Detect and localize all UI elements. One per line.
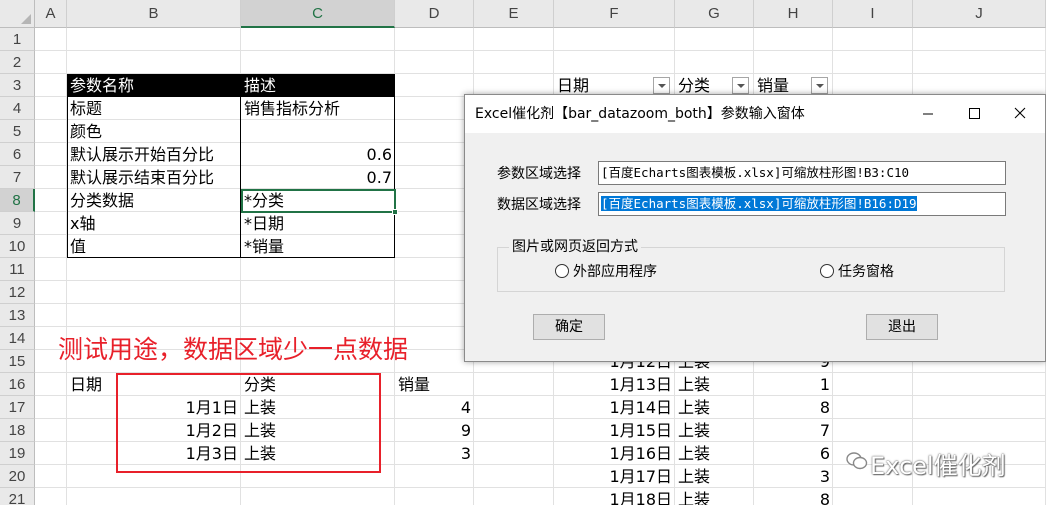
row-header-8[interactable]: 8: [0, 189, 35, 212]
right-category-cell[interactable]: 上装: [675, 396, 754, 419]
ok-button[interactable]: 确定: [533, 314, 605, 340]
active-cell-C8: [241, 189, 396, 213]
column-header-J[interactable]: J: [913, 0, 1046, 28]
params-table-border: [67, 74, 395, 258]
watermark: Excel催化剂: [870, 452, 1006, 480]
grid-row-line: [35, 50, 1046, 51]
right-category-cell[interactable]: 上装: [675, 419, 754, 442]
annotation-text: 测试用途，数据区域少一点数据: [58, 335, 409, 364]
params-table-divider: [240, 97, 241, 258]
column-header-A[interactable]: A: [35, 0, 67, 28]
right-category-cell[interactable]: 上装: [675, 488, 754, 505]
annotation-highlight-box: [116, 373, 381, 473]
maximize-icon: [969, 108, 980, 119]
grid-row-line: [35, 487, 1046, 488]
minimize-button[interactable]: [905, 95, 951, 133]
row-header-1[interactable]: 1: [0, 28, 35, 51]
row-header-20[interactable]: 20: [0, 465, 35, 488]
data-range-selected-text: [百度Echarts图表模板.xlsx]可缩放柱形图!B16:D19: [601, 196, 917, 211]
row-header-15[interactable]: 15: [0, 350, 35, 373]
right-qty-cell[interactable]: 8: [754, 488, 833, 505]
data-qty-cell[interactable]: 4: [395, 396, 474, 419]
right-date-cell[interactable]: 1月18日: [554, 488, 675, 505]
row-header-18[interactable]: 18: [0, 419, 35, 442]
right-qty-cell[interactable]: 1: [754, 373, 833, 396]
param-range-input[interactable]: [百度Echarts图表模板.xlsx]可缩放柱形图!B3:C10: [598, 161, 1006, 185]
row-header-2[interactable]: 2: [0, 51, 35, 74]
right-date-cell[interactable]: 1月13日: [554, 373, 675, 396]
column-header-G[interactable]: G: [675, 0, 754, 28]
row-header-11[interactable]: 11: [0, 258, 35, 281]
exit-button[interactable]: 退出: [866, 314, 938, 340]
right-date-cell[interactable]: 1月14日: [554, 396, 675, 419]
row-header-5[interactable]: 5: [0, 120, 35, 143]
close-icon: [1014, 107, 1026, 119]
filter-dropdown-icon[interactable]: [732, 77, 749, 94]
right-category-cell[interactable]: 上装: [675, 465, 754, 488]
radio-external-app-label[interactable]: 外部应用程序: [573, 261, 657, 281]
radio-task-pane-label[interactable]: 任务窗格: [838, 261, 894, 281]
column-header-E[interactable]: E: [474, 0, 554, 28]
column-header-D[interactable]: D: [395, 0, 474, 28]
data-qty-cell[interactable]: 9: [395, 419, 474, 442]
dialog-title: Excel催化剂【bar_datazoom_both】参数输入窗体: [475, 106, 805, 122]
row-header-6[interactable]: 6: [0, 143, 35, 166]
close-button[interactable]: [997, 95, 1043, 133]
right-category-cell[interactable]: 上装: [675, 442, 754, 465]
right-date-cell[interactable]: 1月16日: [554, 442, 675, 465]
column-header-C[interactable]: C: [241, 0, 395, 28]
row-header-21[interactable]: 21: [0, 488, 35, 505]
select-all-corner[interactable]: [0, 0, 35, 28]
fill-handle: [392, 209, 398, 215]
filter-dropdown-icon[interactable]: [653, 77, 670, 94]
right-qty-cell[interactable]: 3: [754, 465, 833, 488]
dialog-titlebar[interactable]: Excel催化剂【bar_datazoom_both】参数输入窗体: [465, 95, 1045, 133]
right-qty-cell[interactable]: 6: [754, 442, 833, 465]
maximize-button[interactable]: [951, 95, 997, 133]
right-date-cell[interactable]: 1月17日: [554, 465, 675, 488]
row-header-14[interactable]: 14: [0, 327, 35, 350]
column-header-F[interactable]: F: [554, 0, 675, 28]
data-qty-cell[interactable]: 3: [395, 442, 474, 465]
column-header-B[interactable]: B: [67, 0, 241, 28]
radio-task-pane[interactable]: [820, 264, 834, 278]
data-header-qty[interactable]: 销量: [395, 373, 474, 396]
row-header-7[interactable]: 7: [0, 166, 35, 189]
right-qty-cell[interactable]: 7: [754, 419, 833, 442]
minimize-icon: [923, 113, 933, 115]
data-range-label: 数据区域选择: [497, 197, 581, 213]
param-input-dialog: Excel催化剂【bar_datazoom_both】参数输入窗体 参数区域选择…: [464, 94, 1046, 362]
row-header-17[interactable]: 17: [0, 396, 35, 419]
row-header-9[interactable]: 9: [0, 212, 35, 235]
row-header-16[interactable]: 16: [0, 373, 35, 396]
row-header-4[interactable]: 4: [0, 97, 35, 120]
row-header-3[interactable]: 3: [0, 74, 35, 97]
column-header-H[interactable]: H: [754, 0, 833, 28]
right-qty-cell[interactable]: 8: [754, 396, 833, 419]
param-range-label: 参数区域选择: [497, 166, 581, 182]
row-header-13[interactable]: 13: [0, 304, 35, 327]
data-range-input[interactable]: [百度Echarts图表模板.xlsx]可缩放柱形图!B16:D19: [598, 192, 1006, 216]
right-category-cell[interactable]: 上装: [675, 373, 754, 396]
row-header-12[interactable]: 12: [0, 281, 35, 304]
filter-dropdown-icon[interactable]: [811, 77, 828, 94]
row-header-10[interactable]: 10: [0, 235, 35, 258]
radio-external-app[interactable]: [555, 264, 569, 278]
right-date-cell[interactable]: 1月15日: [554, 419, 675, 442]
row-header-19[interactable]: 19: [0, 442, 35, 465]
column-header-I[interactable]: I: [833, 0, 913, 28]
return-mode-group-title: 图片或网页返回方式: [509, 236, 641, 256]
